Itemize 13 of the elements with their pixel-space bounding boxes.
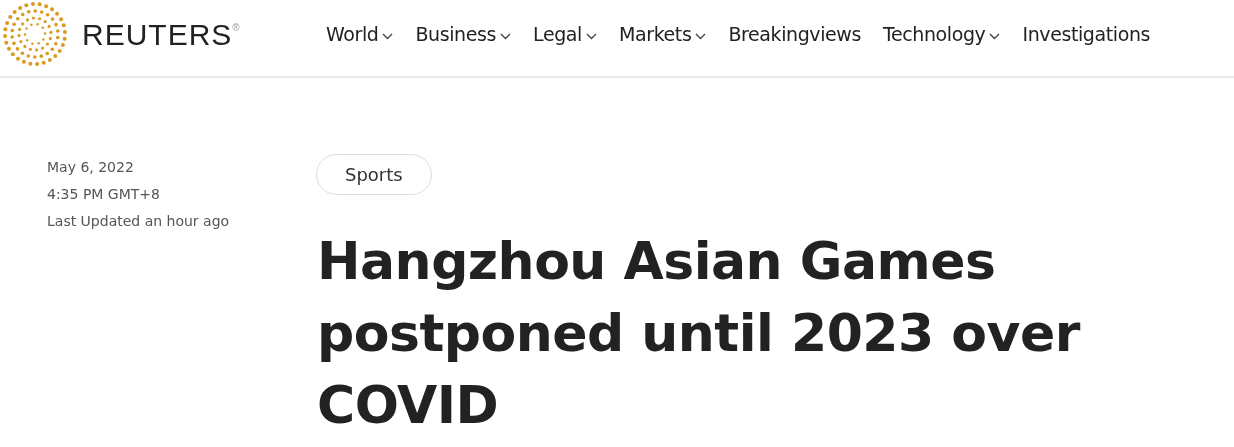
logo-icon: [2, 1, 68, 67]
brand-name[interactable]: REUTERS$^{®}$: [82, 18, 241, 52]
publish-time: 4:35 PM GMT+8: [47, 185, 161, 204]
nav-link[interactable]: Investigations: [1022, 23, 1151, 45]
nav-link[interactable]: Business: [415, 23, 512, 45]
headline: Hangzhou Asian Games postponed until 2023 over COVID: [317, 230, 1082, 437]
nav-link[interactable]: Technology: [883, 23, 1001, 45]
nav-link[interactable]: Markets: [619, 23, 707, 45]
nav-link[interactable]: Legal: [533, 23, 597, 45]
publish-date: May 6, 2022: [47, 158, 135, 177]
updated-text: Last Updated an hour ago: [47, 212, 231, 231]
nav-link[interactable]: Breakingviews: [728, 23, 861, 45]
nav-link[interactable]: World: [326, 23, 394, 45]
